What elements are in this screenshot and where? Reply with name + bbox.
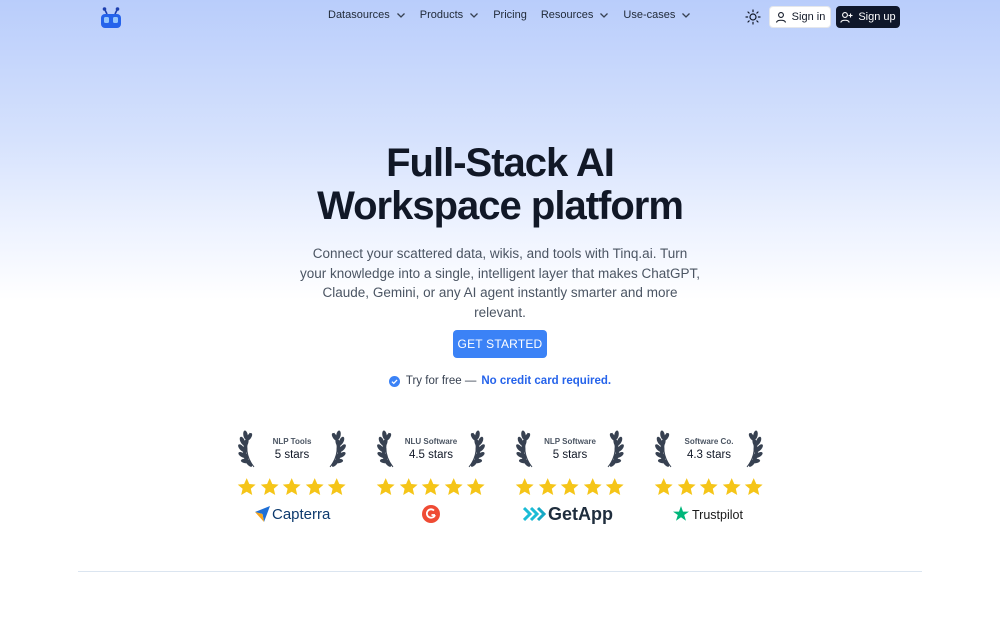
award-g2: NLU Software 4.5 stars <box>375 430 487 530</box>
star-icon <box>605 478 624 496</box>
nav-resources-label: Resources <box>540 9 594 21</box>
star-icon <box>283 478 301 496</box>
star-icon <box>583 478 602 496</box>
hero-title: Full-Stack AI Workspace platform <box>0 142 1000 228</box>
g2-logo[interactable] <box>375 502 487 526</box>
sign-in-label: Sign in <box>791 11 826 23</box>
star-icon <box>260 478 279 496</box>
award-rating: 4.3 stars <box>686 449 732 461</box>
award-category: NLP Software <box>544 437 596 446</box>
award-capterra: NLP Tools 5 stars Capterra <box>236 430 348 530</box>
star-icon <box>722 478 741 496</box>
trustpilot-wordmark: Trustpilot <box>692 508 743 522</box>
chevron-down-icon <box>470 13 479 18</box>
award-category: NLU Software <box>404 437 458 446</box>
top-nav: Datasources Products Pricing Resources U… <box>0 0 1000 34</box>
nav-pricing[interactable]: Pricing <box>493 9 527 21</box>
capterra-icon: Capterra <box>255 506 331 523</box>
getapp-wordmark: GetApp <box>548 504 613 524</box>
free-trial-note: Try for free — No credit card required. <box>0 375 1000 387</box>
nav-datasources[interactable]: Datasources <box>328 9 406 21</box>
star-icon <box>399 478 418 496</box>
star-icon <box>377 478 396 496</box>
star-icon <box>516 478 535 496</box>
nav-datasources-label: Datasources <box>328 9 390 21</box>
award-category: NLP Tools <box>272 437 312 446</box>
star-icon <box>700 478 718 496</box>
capterra-wordmark: Capterra <box>272 506 331 523</box>
check-circle-icon <box>388 375 400 387</box>
nav-products-label: Products <box>419 9 464 21</box>
award-rating: 5 stars <box>552 449 588 461</box>
star-icon <box>327 478 346 496</box>
chevron-down-icon <box>396 13 405 18</box>
star-rating <box>236 476 348 498</box>
user-plus-icon <box>840 12 853 23</box>
star-icon <box>466 478 485 496</box>
nav-use-cases-label: Use-cases <box>623 9 676 21</box>
star-icon <box>238 478 257 496</box>
sign-up-button[interactable]: Sign up <box>836 6 900 28</box>
main-menu: Datasources Products Pricing Resources U… <box>328 9 705 21</box>
sign-in-button[interactable]: Sign in <box>769 6 831 28</box>
award-rating: 4.5 stars <box>408 449 454 461</box>
nav-resources[interactable]: Resources <box>541 9 610 21</box>
award-trustpilot: Software Co. 4.3 stars Trustpilot <box>653 430 765 530</box>
capterra-logo[interactable]: Capterra <box>236 502 348 526</box>
trustpilot-icon: Trustpilot <box>673 506 743 522</box>
trustpilot-logo[interactable]: Trustpilot <box>653 502 765 526</box>
star-icon <box>422 478 440 496</box>
section-divider <box>78 571 922 572</box>
sign-up-label: Sign up <box>858 11 896 23</box>
award-rating: 5 stars <box>274 449 310 461</box>
g2-icon <box>422 505 440 523</box>
get-started-button[interactable]: GET STARTED <box>453 330 547 358</box>
try-text: Try for free — <box>405 375 477 387</box>
chevron-down-icon <box>682 13 691 18</box>
star-icon <box>444 478 463 496</box>
star-icon <box>744 478 763 496</box>
hero-title-line2: Workspace platform <box>317 184 684 228</box>
nav-pricing-label: Pricing <box>493 9 527 21</box>
user-icon <box>775 12 786 23</box>
nav-use-cases[interactable]: Use-cases <box>623 9 691 21</box>
star-icon <box>305 478 324 496</box>
star-rating <box>375 476 487 498</box>
hero-subtitle: Connect your scattered data, wikis, and … <box>300 246 700 320</box>
star-icon <box>561 478 579 496</box>
getapp-logo[interactable]: GetApp <box>514 502 626 526</box>
getapp-icon: GetApp <box>523 504 613 524</box>
award-getapp: NLP Software 5 stars GetApp <box>514 430 626 530</box>
chevron-down-icon <box>600 13 609 18</box>
star-rating <box>653 476 765 498</box>
star-icon <box>538 478 557 496</box>
sun-icon[interactable] <box>745 9 761 25</box>
logo-icon[interactable] <box>99 5 123 29</box>
no-credit-card-text: No credit card required. <box>481 375 612 387</box>
star-rating <box>514 476 626 498</box>
award-category: Software Co. <box>684 437 734 446</box>
hero-title-line1: Full-Stack AI <box>386 141 615 185</box>
star-icon <box>677 478 696 496</box>
nav-products[interactable]: Products <box>420 9 479 21</box>
star-icon <box>655 478 674 496</box>
